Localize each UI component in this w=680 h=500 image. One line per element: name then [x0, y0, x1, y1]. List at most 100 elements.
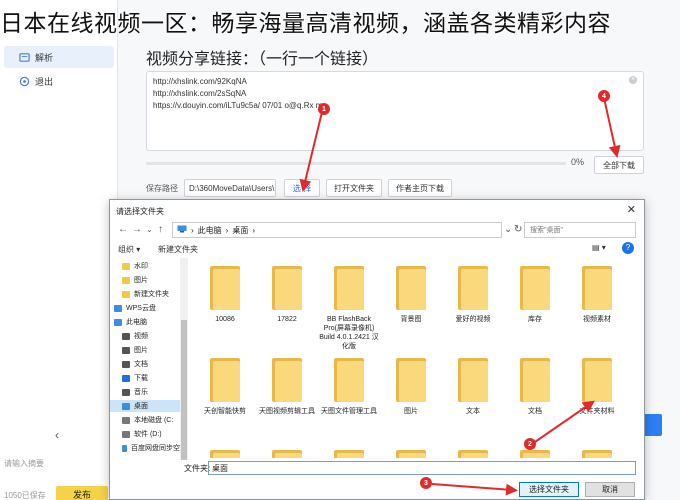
filename-input[interactable]: 桌面	[208, 461, 636, 475]
tree-item[interactable]: 音乐	[110, 386, 180, 398]
folder-icon	[272, 266, 302, 310]
folder-item[interactable]: 文本	[440, 358, 506, 416]
folder-item[interactable]: 图片	[378, 358, 444, 416]
refresh-icon[interactable]: ↻	[514, 224, 522, 235]
folder-item[interactable]	[316, 450, 382, 458]
sidebar-item-exit[interactable]: 退出	[4, 70, 114, 92]
tree-item-label: 视频	[134, 333, 148, 340]
choose-folder-button[interactable]: 选 择	[284, 179, 320, 197]
folder-item[interactable]: 文件夹材料	[564, 358, 630, 416]
sidebar-item-parse[interactable]: 解析	[4, 46, 114, 68]
search-input[interactable]: 搜索"桌面"	[524, 222, 636, 238]
dropdown-icon[interactable]: ⌄	[504, 224, 512, 235]
tree-item[interactable]: 下载	[110, 372, 180, 384]
folder-item[interactable]: BB FlashBack Pro(屏幕录像机) Build 4.0.1.2421…	[316, 266, 382, 351]
folder-icon	[458, 358, 488, 402]
view-options-icon[interactable]: ▤ ▾	[592, 243, 606, 252]
clear-icon[interactable]: ×	[629, 76, 637, 84]
chevron-down-icon[interactable]: ⌄	[146, 225, 153, 234]
folder-icon	[210, 266, 240, 310]
share-links-textarea[interactable]: http://xhslink.com/92KqNA http://xhslink…	[146, 71, 644, 151]
tree-item[interactable]: 视频	[110, 330, 180, 342]
tree-item[interactable]: 软件 (D:)	[110, 428, 180, 440]
open-folder-button[interactable]: 打开文件夹	[326, 179, 382, 197]
folder-item[interactable]: 视频素材	[564, 266, 630, 324]
folder-icon	[396, 266, 426, 310]
tree-scrollbar[interactable]	[180, 258, 188, 460]
breadcrumb-separator: ›	[191, 225, 194, 235]
overlay-banner-title: 日本在线视频一区：畅享海量高清视频，涵盖各类精彩内容	[0, 10, 611, 36]
sidebar-item-label: 退出	[35, 76, 54, 87]
save-path-input[interactable]: D:\360MoveData\Users\	[184, 179, 276, 197]
folder-item[interactable]: 库存	[502, 266, 568, 324]
folder-item[interactable]: 天图视频剪辑工具	[254, 358, 320, 416]
tree-item-label: 百度网盘同步空	[131, 445, 180, 452]
folder-icon	[520, 450, 550, 458]
folder-tree: 水印 图片 新建文件夹 WPS云盘 此电脑 视频 图片 文档 下载 音乐 桌面 本地磁盘 (C: 软件 …	[110, 258, 188, 458]
folder-picker-dialog: 请选择文件夹 ✕ ← → ⌄ ↑ › 此电脑 › 桌面 › ⌄ ↻ 搜索"桌面"…	[109, 199, 645, 500]
tree-item-label: 此电脑	[126, 319, 147, 326]
select-folder-button[interactable]: 选择文件夹	[519, 482, 579, 497]
folder-item[interactable]: 文档	[502, 358, 568, 416]
tree-item[interactable]: 文档	[110, 358, 180, 370]
folder-item[interactable]: 17822	[254, 266, 320, 324]
author-page-download-button[interactable]: 作者主页下载	[388, 179, 452, 197]
tree-item[interactable]: 水印	[110, 260, 180, 272]
folder-item[interactable]	[254, 450, 320, 458]
folder-label: 17822	[277, 316, 297, 323]
folder-icon	[396, 358, 426, 402]
organize-button[interactable]: 组织 ▾	[118, 244, 140, 255]
new-folder-button[interactable]: 新建文件夹	[158, 244, 198, 255]
picture-icon	[122, 346, 130, 354]
tree-item-label: 音乐	[134, 389, 148, 396]
help-icon[interactable]: ?	[622, 242, 634, 254]
folder-item[interactable]	[192, 450, 258, 458]
tree-item-label: 新建文件夹	[134, 291, 169, 298]
folder-item[interactable]: 背景图	[378, 266, 444, 324]
tree-item[interactable]: 图片	[110, 344, 180, 356]
folder-icon	[122, 276, 130, 284]
download-icon	[122, 374, 130, 382]
folder-icon	[122, 290, 130, 298]
tree-item[interactable]: 本地磁盘 (C:	[110, 414, 180, 426]
breadcrumb-this-pc[interactable]: 此电脑	[198, 225, 222, 236]
back-icon[interactable]: ←	[118, 224, 128, 235]
folder-item[interactable]	[564, 450, 630, 458]
link-line: http://xhslink.com/2sSqNA	[153, 89, 247, 98]
folder-item[interactable]	[502, 450, 568, 458]
tree-item[interactable]: 百度网盘同步空	[110, 442, 180, 454]
forward-icon[interactable]: →	[132, 224, 142, 235]
download-all-button[interactable]: 全部下载	[594, 156, 644, 174]
up-icon[interactable]: ↑	[158, 224, 163, 235]
back-arrow-icon[interactable]: ‹	[55, 428, 59, 442]
breadcrumb-desktop[interactable]: 桌面	[232, 225, 248, 236]
close-icon[interactable]: ✕	[627, 203, 636, 216]
summary-input[interactable]: 请输入摘要	[4, 458, 44, 469]
tree-item[interactable]: 桌面	[110, 400, 180, 412]
tree-item[interactable]: 此电脑	[110, 316, 180, 328]
save-status-text: 1050已保存	[4, 491, 46, 500]
scroll-thumb[interactable]	[181, 320, 187, 460]
annotation-badge-3: 3	[420, 477, 432, 489]
breadcrumb-separator: ›	[252, 225, 256, 235]
folder-label: 文档	[528, 408, 542, 415]
publish-button[interactable]: 发布	[56, 486, 108, 500]
dialog-title: 请选择文件夹	[116, 207, 164, 216]
address-bar[interactable]: › 此电脑 › 桌面 ›	[172, 222, 502, 238]
folder-icon	[520, 358, 550, 402]
save-path-label: 保存路径	[146, 184, 178, 193]
folder-item[interactable]	[440, 450, 506, 458]
folder-item[interactable]: 爱好的视频	[440, 266, 506, 324]
annotation-badge-2: 2	[524, 438, 536, 450]
tree-item[interactable]: WPS云盘	[110, 302, 180, 314]
folder-item[interactable]: 10086	[192, 266, 258, 324]
cancel-button[interactable]: 取消	[585, 482, 635, 497]
tree-item-label: 软件 (D:)	[134, 431, 162, 438]
tree-item[interactable]: 图片	[110, 274, 180, 286]
folder-item[interactable]: 天图文件管理工具	[316, 358, 382, 416]
folder-label: 天图文件管理工具	[321, 408, 377, 415]
folder-item[interactable]: 天创智能快剪	[192, 358, 258, 416]
tree-item[interactable]: 新建文件夹	[110, 288, 180, 300]
breadcrumb-separator: ›	[225, 225, 229, 235]
folder-item[interactable]	[378, 450, 444, 458]
